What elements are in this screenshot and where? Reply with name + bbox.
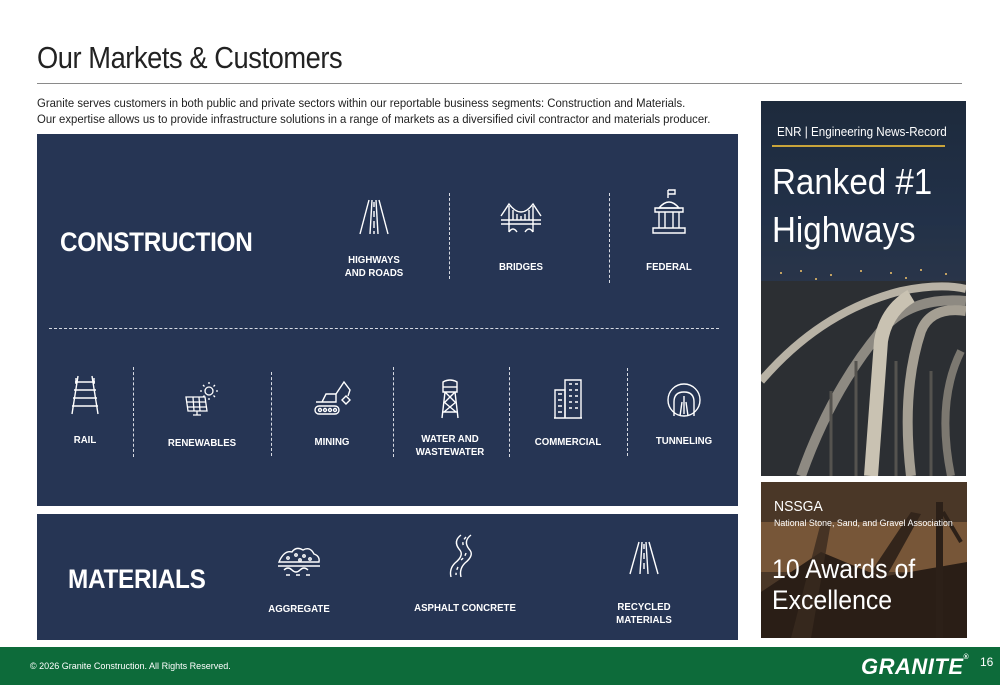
asphalt-road-icon bbox=[449, 534, 472, 578]
market-label: FEDERAL bbox=[646, 261, 692, 273]
market-label: BRIDGES bbox=[498, 261, 544, 273]
material-recycled-materials: RECYCLED MATERIALS bbox=[584, 540, 704, 627]
gold-divider bbox=[772, 145, 945, 147]
excavator-icon bbox=[314, 380, 351, 415]
market-label: RAIL bbox=[73, 434, 97, 446]
highway-interchange-photo bbox=[761, 251, 966, 476]
material-label: AGGREGATE bbox=[268, 603, 330, 615]
intro-line-1: Granite serves customers in both public … bbox=[37, 96, 686, 110]
separator bbox=[449, 193, 450, 279]
materials-label: MATERIALS bbox=[68, 564, 206, 594]
nssga-full-name: National Stone, Sand, and Gravel Associa… bbox=[774, 518, 953, 529]
water-tower-icon bbox=[441, 379, 459, 419]
bridge-icon bbox=[500, 202, 542, 233]
material-aggregate: AGGREGATE bbox=[239, 544, 359, 616]
nssga-awards-headline: 10 Awards of Excellence bbox=[772, 554, 915, 616]
market-mining: MINING bbox=[272, 376, 392, 449]
copyright-text: © 2026 Granite Construction. All Rights … bbox=[30, 661, 231, 672]
footer-bar: © 2026 Granite Construction. All Rights … bbox=[0, 647, 1000, 685]
federal-building-icon bbox=[652, 189, 686, 234]
market-renewables: RENEWABLES bbox=[142, 381, 262, 450]
rail-icon bbox=[71, 375, 99, 415]
market-label: COMMERCIAL bbox=[534, 436, 602, 448]
solar-panel-icon bbox=[185, 382, 218, 416]
material-label: RECYCLED MATERIALS bbox=[616, 601, 672, 626]
ranking-line-2: Highways bbox=[772, 209, 916, 250]
market-water-and-wastewater: WATER AND WASTEWATER bbox=[390, 378, 510, 459]
enr-ranking-headline: Ranked #1 Highways bbox=[772, 158, 932, 254]
enr-source: ENR | Engineering News-Record bbox=[777, 125, 947, 139]
logo-text: GRANITE bbox=[861, 654, 964, 679]
highway-icon bbox=[359, 199, 389, 235]
granite-logo: GRANITE® bbox=[861, 654, 970, 679]
market-label: HIGHWAYS bbox=[348, 254, 400, 266]
page-number: 16 bbox=[980, 655, 994, 669]
tunnel-icon bbox=[667, 383, 701, 417]
material-label: ASPHALT CONCRETE bbox=[414, 602, 516, 614]
enr-ranking-card: ENR | Engineering News-Record Ranked #1 … bbox=[761, 101, 966, 476]
market-label-line2: AND ROADS bbox=[344, 267, 404, 279]
aggregate-pile-icon bbox=[277, 547, 320, 576]
office-building-icon bbox=[554, 379, 582, 419]
row-divider bbox=[49, 328, 719, 329]
construction-label: CONSTRUCTION bbox=[60, 227, 253, 257]
awards-line-1: 10 Awards of bbox=[772, 554, 916, 584]
market-label: RENEWABLES bbox=[167, 437, 237, 449]
nssga-awards-card: NSSGA National Stone, Sand, and Gravel A… bbox=[761, 482, 967, 638]
market-label-line2: WASTEWATER bbox=[415, 446, 485, 458]
nssga-acronym: NSSGA bbox=[774, 498, 823, 515]
title-divider bbox=[37, 83, 962, 84]
page-title: Our Markets & Customers bbox=[37, 40, 343, 75]
market-rail: RAIL bbox=[25, 374, 145, 447]
recycled-road-icon bbox=[629, 541, 659, 575]
market-label: TUNNELING bbox=[655, 435, 713, 447]
market-federal: FEDERAL bbox=[609, 188, 729, 274]
market-label: WATER AND bbox=[421, 433, 479, 445]
market-label: MINING bbox=[314, 436, 350, 448]
market-bridges: BRIDGES bbox=[461, 200, 581, 274]
ranking-line-1: Ranked #1 bbox=[772, 161, 933, 202]
separator bbox=[133, 367, 134, 457]
intro-text: Granite serves customers in both public … bbox=[37, 95, 710, 127]
material-asphalt-concrete: ASPHALT CONCRETE bbox=[405, 533, 525, 615]
market-tunneling: TUNNELING bbox=[624, 382, 744, 448]
market-commercial: COMMERCIAL bbox=[508, 378, 628, 449]
awards-line-2: Excellence bbox=[772, 585, 893, 615]
market-highways-and-roads: HIGHWAYS AND ROADS bbox=[314, 198, 434, 280]
intro-line-2: Our expertise allows us to provide infra… bbox=[37, 112, 711, 126]
